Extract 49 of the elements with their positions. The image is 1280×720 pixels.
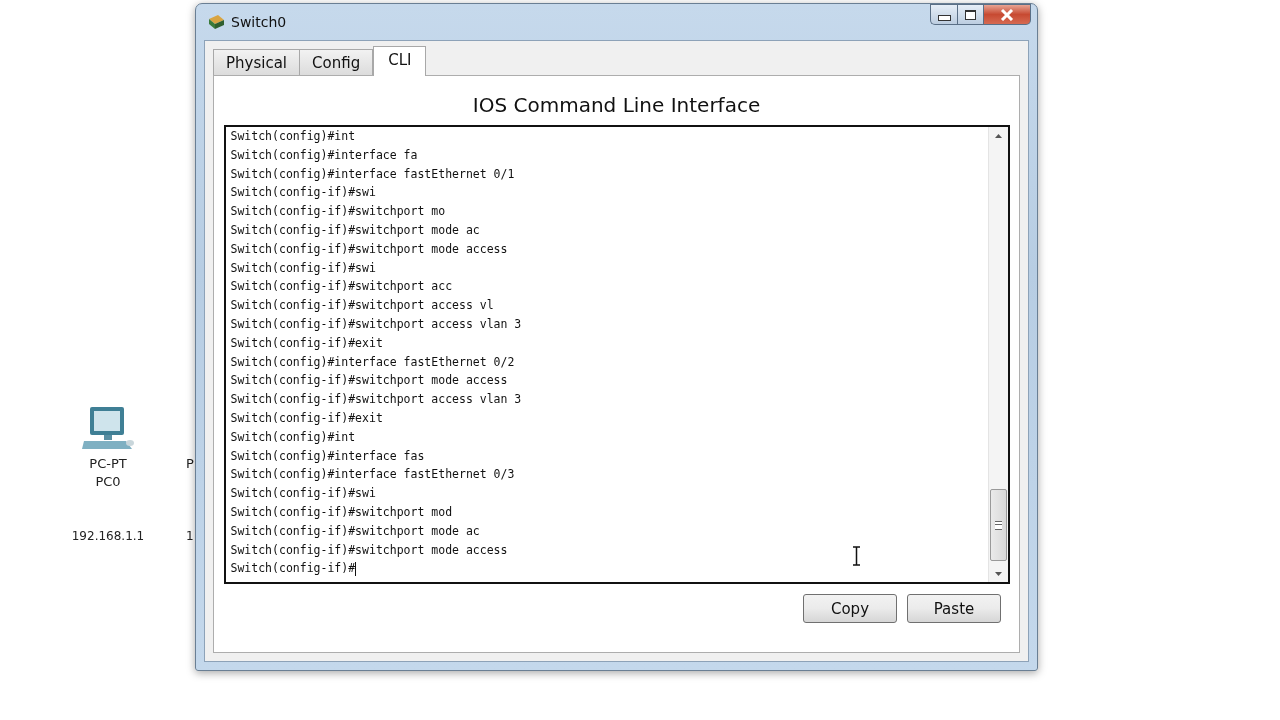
terminal-line: Switch(config)#interface fa: [230, 146, 418, 164]
terminal-line: Switch(config)#int: [230, 428, 356, 446]
terminal-line: Switch(config-if)#switchport access vlan 3: [230, 315, 522, 333]
terminal-line: Switch(config-if)#exit: [230, 409, 383, 427]
scroll-down-arrow-icon[interactable]: [994, 571, 1002, 576]
maximize-button[interactable]: [957, 4, 984, 25]
terminal-line: Switch(config-if)#switchport acc: [230, 278, 453, 296]
terminal-line: Switch(config-if)#switchport mode access: [230, 541, 508, 559]
text-cursor-icon: [851, 546, 861, 566]
terminal-line: Switch(config-if)#exit: [230, 334, 383, 352]
action-button[interactable]: Paste: [907, 594, 1001, 623]
window-title: Switch0: [231, 14, 287, 30]
terminal-line: Switch(config)#interface fastEthernet 0/3: [230, 466, 515, 484]
scroll-up-arrow-icon[interactable]: [994, 133, 1002, 138]
terminal-line: Switch(config-if)#switchport mode access: [230, 240, 508, 258]
scroll-thumb[interactable]: [989, 489, 1007, 561]
device-type-label: PC-PT: [89, 455, 127, 473]
tab[interactable]: Physical: [213, 49, 301, 75]
terminal-line: Switch(config-if)#switchport mode ac: [230, 222, 480, 239]
terminal[interactable]: [223, 125, 1010, 584]
terminal-line: Switch(config-if)#swi: [230, 485, 376, 503]
close-button[interactable]: [984, 4, 1031, 25]
close-icon: [1000, 8, 1014, 21]
switch-icon: [207, 13, 225, 31]
terminal-line: Switch(config-if)#swi: [230, 259, 376, 277]
tab[interactable]: CLI: [373, 46, 427, 76]
device-name-label: PC0: [95, 473, 121, 491]
terminal-line: Switch(config-if)#switchport mode access: [230, 372, 508, 390]
minimize-icon: [937, 14, 951, 21]
ip-address-label: 1: [186, 529, 194, 543]
terminal-line: Switch(config-if)#: [230, 560, 356, 578]
terminal-line: Switch(config)#interface fastEthernet 0/1: [230, 165, 515, 183]
terminal-line: Switch(config)#interface fas: [230, 447, 425, 465]
action-button[interactable]: Copy: [803, 594, 897, 623]
terminal-line: Switch(config)#interface fastEthernet 0/2: [230, 353, 515, 371]
scrollbar[interactable]: [987, 127, 1008, 582]
terminal-line: Switch(config-if)#switchport mode ac: [230, 522, 480, 540]
tab[interactable]: Config: [299, 49, 374, 75]
terminal-line: Switch(config-if)#switchport access vl: [230, 297, 494, 315]
panel-heading: IOS Command Line Interface: [472, 93, 761, 117]
terminal-line: Switch(config)#int: [230, 128, 356, 145]
terminal-line: Switch(config-if)#switchport mo: [230, 203, 446, 221]
terminal-line: Switch(config-if)#switchport mod: [230, 503, 453, 521]
terminal-line: Switch(config-if)#switchport access vlan 3: [230, 391, 522, 409]
maximize-icon: [965, 9, 976, 20]
device-type-label: P: [186, 455, 194, 473]
ip-address-label: 192.168.1.1: [71, 529, 145, 543]
minimize-button[interactable]: [930, 4, 957, 25]
terminal-line: Switch(config-if)#swi: [230, 184, 376, 202]
